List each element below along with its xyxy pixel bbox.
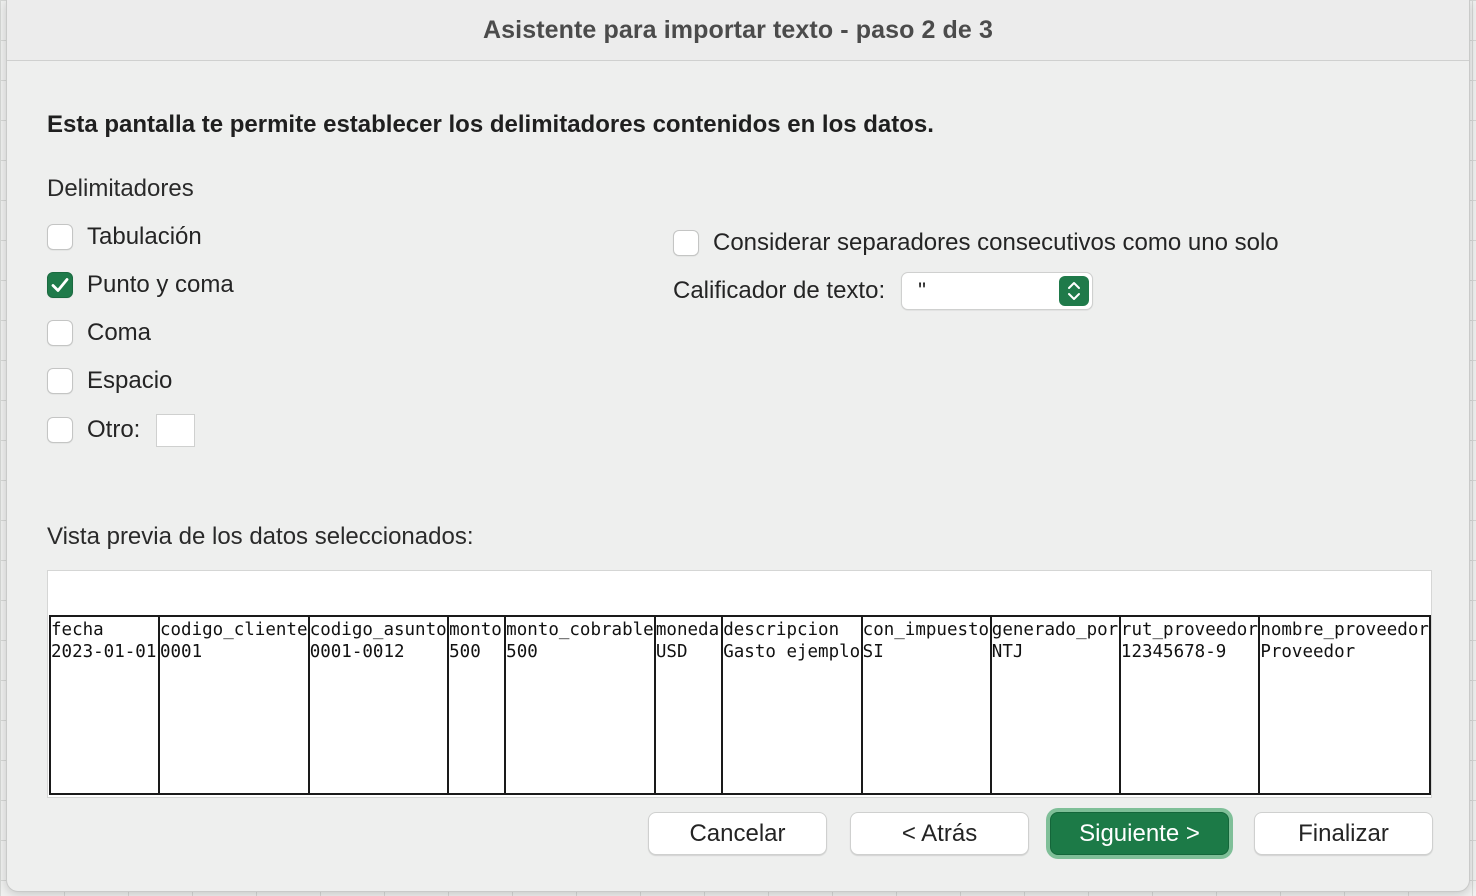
preview-column[interactable]: nombre_proveedor Proveedor bbox=[1258, 615, 1431, 795]
column-value: 0001-0012 bbox=[309, 642, 405, 662]
consecutive-option[interactable]: Considerar separadores consecutivos como… bbox=[673, 228, 1279, 258]
preview-column[interactable]: codigo_asunto 0001-0012 bbox=[307, 615, 450, 795]
column-value: 500 bbox=[506, 642, 538, 662]
preview-column[interactable]: rut_proveedor 12345678-9 bbox=[1118, 615, 1261, 795]
consecutive-checkbox[interactable] bbox=[673, 230, 699, 256]
text-qualifier-select[interactable]: " bbox=[901, 272, 1094, 310]
column-value: USD bbox=[655, 642, 688, 662]
delimiter-space[interactable]: Espacio bbox=[47, 366, 172, 396]
step-heading: Esta pantalla te permite establecer los … bbox=[47, 111, 934, 138]
preview-column[interactable]: con_impuesto SI bbox=[860, 615, 992, 795]
column-header: descripcion bbox=[723, 620, 840, 640]
preview-column[interactable]: fecha 2023-01-01 bbox=[49, 615, 160, 795]
text-qualifier-value: " bbox=[918, 278, 926, 303]
back-button[interactable]: < Atrás bbox=[850, 812, 1029, 855]
column-value: 500 bbox=[449, 642, 481, 662]
space-checkbox[interactable] bbox=[47, 368, 73, 394]
comma-checkbox[interactable] bbox=[47, 320, 73, 346]
import-wizard-dialog: Asistente para importar texto - paso 2 d… bbox=[6, 0, 1470, 892]
delimiter-semicolon[interactable]: Punto y coma bbox=[47, 270, 234, 300]
column-header: con_impuesto bbox=[862, 620, 990, 640]
column-header: rut_proveedor bbox=[1120, 620, 1258, 640]
preview-column[interactable]: monto 500 bbox=[447, 615, 507, 795]
cancel-button[interactable]: Cancelar bbox=[648, 812, 827, 855]
column-header: codigo_asunto bbox=[309, 620, 447, 640]
comma-label: Coma bbox=[87, 319, 152, 346]
preview-column[interactable]: monto_cobrable 500 bbox=[504, 615, 656, 795]
column-header: monto_cobrable bbox=[506, 620, 654, 640]
finish-button[interactable]: Finalizar bbox=[1254, 812, 1433, 855]
column-header: nombre_proveedor bbox=[1260, 620, 1429, 640]
space-label: Espacio bbox=[87, 367, 173, 394]
preview-label: Vista previa de los datos seleccionados: bbox=[47, 523, 474, 550]
delimiter-tab[interactable]: Tabulación bbox=[47, 222, 202, 252]
column-header: codigo_cliente bbox=[159, 620, 308, 640]
delimiter-other[interactable]: Otro: bbox=[47, 413, 196, 447]
preview-column[interactable]: moneda USD bbox=[653, 615, 724, 795]
column-value: Gasto ejemplo bbox=[723, 642, 861, 662]
tab-label: Tabulación bbox=[87, 223, 202, 250]
column-value: NTJ bbox=[991, 642, 1024, 662]
column-header: generado_por bbox=[991, 620, 1119, 640]
other-delimiter-input[interactable] bbox=[156, 413, 196, 447]
data-preview[interactable]: fecha 2023-01-01 codigo_cliente 0001 codig… bbox=[47, 570, 1432, 798]
delimiter-comma[interactable]: Coma bbox=[47, 318, 151, 348]
semicolon-label: Punto y coma bbox=[87, 271, 234, 298]
preview-column[interactable]: codigo_cliente 0001 bbox=[157, 615, 310, 795]
preview-row: fecha 2023-01-01 codigo_cliente 0001 codig… bbox=[49, 615, 1431, 795]
preview-table: fecha 2023-01-01 codigo_cliente 0001 codig… bbox=[49, 615, 1431, 795]
other-label: Otro: bbox=[87, 416, 141, 443]
preview-column[interactable]: descripcion Gasto ejemplo bbox=[721, 615, 863, 795]
column-value: 12345678-9 bbox=[1120, 642, 1227, 662]
column-value: 2023-01-01 bbox=[51, 642, 157, 662]
column-value: 0001 bbox=[159, 642, 203, 662]
other-checkbox[interactable] bbox=[47, 417, 73, 443]
column-header: fecha bbox=[51, 620, 104, 640]
updown-chevron-icon bbox=[1059, 276, 1090, 306]
semicolon-checkbox[interactable] bbox=[47, 272, 73, 298]
tab-checkbox[interactable] bbox=[47, 224, 73, 250]
text-qualifier-label: Calificador de texto: bbox=[673, 277, 886, 304]
preview-column[interactable]: generado_por NTJ bbox=[989, 615, 1121, 795]
column-header: moneda bbox=[655, 620, 720, 640]
column-header: monto bbox=[449, 620, 502, 640]
title-bar: Asistente para importar texto - paso 2 d… bbox=[7, 0, 1469, 61]
consecutive-label: Considerar separadores consecutivos como… bbox=[713, 229, 1279, 256]
delimiters-label: Delimitadores bbox=[47, 175, 194, 202]
text-qualifier-row: Calificador de texto: " bbox=[673, 271, 1094, 311]
next-button[interactable]: Siguiente > bbox=[1050, 812, 1229, 855]
column-value: SI bbox=[862, 642, 884, 662]
column-value: Proveedor bbox=[1260, 642, 1356, 662]
window-title: Asistente para importar texto - paso 2 d… bbox=[482, 15, 993, 44]
checkmark-icon bbox=[51, 278, 69, 292]
